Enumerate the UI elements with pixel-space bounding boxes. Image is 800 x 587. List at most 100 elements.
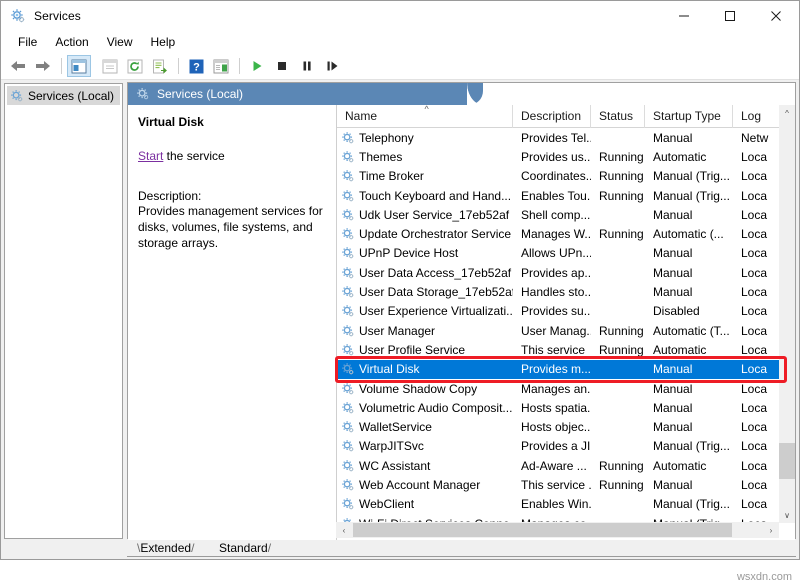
pane-header: Services (Local) xyxy=(128,83,795,105)
cell-startup-type: Manual xyxy=(645,362,733,376)
column-header-log-on-as[interactable]: Log xyxy=(733,105,779,128)
table-row[interactable]: WalletServiceHosts objec...ManualLoca xyxy=(337,417,795,436)
table-row[interactable]: Update Orchestrator ServiceManages W...R… xyxy=(337,224,795,243)
table-row[interactable]: User Experience Virtualizati...Provides … xyxy=(337,302,795,321)
service-name: User Profile Service xyxy=(359,343,465,357)
table-row[interactable]: Web Account ManagerThis service ...Runni… xyxy=(337,475,795,494)
service-gear-icon xyxy=(341,401,355,415)
start-service-link[interactable]: Start xyxy=(138,149,163,163)
sort-ascending-icon: ^ xyxy=(425,105,429,114)
services-gear-icon xyxy=(10,8,26,24)
cell-startup-type: Manual xyxy=(645,285,733,299)
export-list-icon[interactable] xyxy=(148,55,172,77)
restart-service-icon[interactable] xyxy=(320,55,344,77)
back-icon[interactable] xyxy=(6,55,30,77)
cell-description: Manages W... xyxy=(513,227,591,241)
service-action-line: Start the service xyxy=(138,149,326,163)
service-name: Web Account Manager xyxy=(359,478,480,492)
tab-extended[interactable]: \ Extended / xyxy=(131,539,200,557)
cell-name: Themes xyxy=(337,150,513,164)
tree-item-services-local[interactable]: Services (Local) xyxy=(7,86,120,105)
table-row[interactable]: Volumetric Audio Composit...Hosts spatia… xyxy=(337,398,795,417)
content-area: Services (Local) xyxy=(1,80,799,559)
table-row[interactable]: User ManagerUser Manag...RunningAutomati… xyxy=(337,321,795,340)
column-header-name[interactable]: Name ^ xyxy=(337,105,513,128)
start-service-icon[interactable] xyxy=(245,55,269,77)
table-row[interactable]: User Data Storage_17eb52afHandles sto...… xyxy=(337,282,795,301)
tab-standard-label: Standard xyxy=(219,541,268,555)
cell-log-on-as: Loca xyxy=(733,439,779,453)
cell-log-on-as: Loca xyxy=(733,266,779,280)
cell-description: Manages an... xyxy=(513,382,591,396)
tab-standard[interactable]: Standard / xyxy=(213,539,277,557)
menu-help[interactable]: Help xyxy=(142,33,185,51)
table-row[interactable]: Touch Keyboard and Hand...Enables Tou...… xyxy=(337,186,795,205)
close-button[interactable] xyxy=(753,1,799,30)
menu-view[interactable]: View xyxy=(98,33,142,51)
cell-log-on-as: Loca xyxy=(733,227,779,241)
table-row[interactable]: UPnP Device HostAllows UPn...ManualLoca xyxy=(337,244,795,263)
stop-service-icon[interactable] xyxy=(270,55,294,77)
pause-service-icon[interactable] xyxy=(295,55,319,77)
properties-icon[interactable] xyxy=(98,55,122,77)
table-row[interactable]: Time BrokerCoordinates...RunningManual (… xyxy=(337,167,795,186)
table-row[interactable]: Volume Shadow CopyManages an...ManualLoc… xyxy=(337,379,795,398)
service-gear-icon xyxy=(341,246,355,260)
tab-extended-label: Extended xyxy=(140,541,191,555)
cell-status: Running xyxy=(591,478,645,492)
column-header-startup-type[interactable]: Startup Type xyxy=(645,105,733,128)
help-icon[interactable]: ? xyxy=(184,55,208,77)
service-action-suffix: the service xyxy=(163,149,224,163)
table-row[interactable]: WarpJITSvcProvides a JI...Manual (Trig..… xyxy=(337,437,795,456)
menu-bar: File Action View Help xyxy=(1,30,799,53)
services-list: Name ^ Description Status Startup Type L… xyxy=(336,105,795,540)
table-row[interactable]: ThemesProvides us...RunningAutomaticLoca xyxy=(337,147,795,166)
cell-description: Coordinates... xyxy=(513,169,591,183)
table-row[interactable]: Virtual DiskProvides m...ManualLoca xyxy=(337,360,795,379)
table-row[interactable]: Udk User Service_17eb52afShell comp...Ma… xyxy=(337,205,795,224)
cell-log-on-as: Loca xyxy=(733,169,779,183)
scroll-down-icon[interactable]: ∨ xyxy=(779,507,795,523)
cell-log-on-as: Loca xyxy=(733,304,779,318)
table-row[interactable]: User Data Access_17eb52afProvides ap...M… xyxy=(337,263,795,282)
service-gear-icon xyxy=(341,189,355,203)
list-header-row: Name ^ Description Status Startup Type L… xyxy=(337,105,795,128)
cell-log-on-as: Loca xyxy=(733,246,779,260)
show-action-pane-icon[interactable] xyxy=(209,55,233,77)
show-hide-console-tree-icon[interactable] xyxy=(67,55,91,77)
console-tree-pane: Services (Local) xyxy=(4,83,123,539)
cell-startup-type: Manual xyxy=(645,131,733,145)
refresh-icon[interactable] xyxy=(123,55,147,77)
minimize-button[interactable] xyxy=(661,1,707,30)
cell-description: Enables Tou... xyxy=(513,189,591,203)
tab-right-slash: / xyxy=(191,541,194,555)
list-rows: TelephonyProvides Tel...ManualNetwThemes… xyxy=(337,128,795,540)
cell-description: Allows UPn... xyxy=(513,246,591,260)
cell-name: WC Assistant xyxy=(337,459,513,473)
cell-name: WebClient xyxy=(337,497,513,511)
horizontal-scroll-thumb[interactable] xyxy=(353,523,732,537)
cell-name: Virtual Disk xyxy=(337,362,513,376)
menu-file[interactable]: File xyxy=(9,33,46,51)
column-header-description[interactable]: Description xyxy=(513,105,591,128)
table-row[interactable]: WebClientEnables Win...Manual (Trig...Lo… xyxy=(337,495,795,514)
scroll-left-icon[interactable]: ‹ xyxy=(336,522,352,538)
forward-icon[interactable] xyxy=(31,55,55,77)
service-gear-icon xyxy=(341,285,355,299)
table-row[interactable]: TelephonyProvides Tel...ManualNetw xyxy=(337,128,795,147)
cell-name: UPnP Device Host xyxy=(337,246,513,260)
vertical-scrollbar[interactable]: ^ ∨ xyxy=(779,105,795,523)
toolbar-separator-1 xyxy=(61,58,62,74)
column-header-status[interactable]: Status xyxy=(591,105,645,128)
service-name: Virtual Disk xyxy=(359,362,419,376)
menu-action[interactable]: Action xyxy=(46,33,97,51)
services-pane: Services (Local) Virtual Disk Start the … xyxy=(127,82,796,539)
table-row[interactable]: WC AssistantAd-Aware ...RunningAutomatic… xyxy=(337,456,795,475)
horizontal-scrollbar[interactable]: ‹ › xyxy=(336,522,779,538)
scroll-right-icon[interactable]: › xyxy=(763,522,779,538)
cell-description: Provides su... xyxy=(513,304,591,318)
vertical-scroll-thumb[interactable] xyxy=(779,443,795,479)
table-row[interactable]: User Profile ServiceThis serviceRunningA… xyxy=(337,340,795,359)
maximize-button[interactable] xyxy=(707,1,753,30)
scroll-up-icon[interactable]: ^ xyxy=(779,105,795,121)
